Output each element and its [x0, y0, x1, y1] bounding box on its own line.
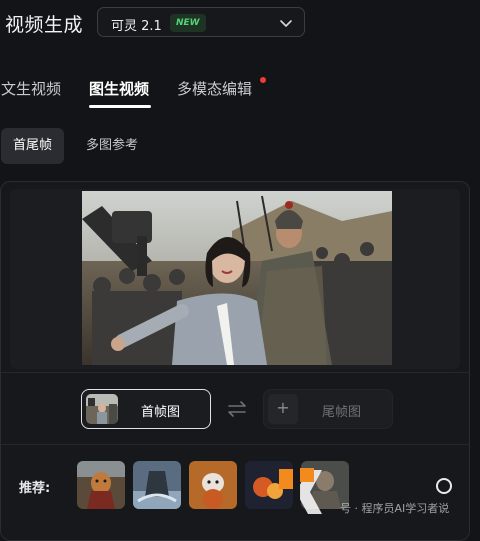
start-frame-upload[interactable]: 首帧图	[81, 389, 211, 429]
divider	[1, 372, 469, 373]
chevron-down-icon	[280, 20, 292, 27]
mode-tabs: 文生视频 图生视频 多模态编辑	[0, 70, 480, 110]
new-badge: NEW	[170, 14, 206, 32]
recommend-label: 推荐:	[19, 481, 51, 496]
recommend-thumbnail-fire-scene[interactable]	[245, 461, 293, 509]
subtab-multi-image-reference[interactable]: 多图参考	[74, 128, 150, 164]
end-frame-label: 尾帧图	[322, 405, 362, 420]
tab-text-to-video[interactable]: 文生视频	[1, 78, 61, 99]
plus-icon: +	[268, 394, 298, 424]
top-bar: 视频生成 可灵 2.1 NEW	[0, 0, 480, 50]
page-title: 视频生成	[5, 14, 84, 36]
recommend-thumbnail-water-mecha[interactable]	[133, 461, 181, 509]
recommend-thumbnail-armored-dog[interactable]	[77, 461, 125, 509]
image-preview	[10, 189, 460, 369]
tab-multimodal-edit[interactable]: 多模态编辑	[177, 78, 252, 99]
watermark-text: 号 · 程序员AI学习者说	[340, 502, 450, 515]
subtab-start-end-frame[interactable]: 首尾帧	[1, 128, 65, 164]
tab-image-to-video[interactable]: 图生视频	[89, 78, 149, 99]
start-frame-thumbnail	[86, 394, 118, 424]
active-tab-underline	[89, 105, 151, 108]
recommend-thumbnail-red-panda[interactable]	[189, 461, 237, 509]
model-select[interactable]: 可灵 2.1 NEW	[97, 7, 305, 37]
swap-icon[interactable]	[227, 400, 247, 418]
preview-image	[82, 191, 392, 365]
model-select-value: 可灵 2.1	[111, 19, 162, 34]
divider	[1, 444, 469, 445]
upload-panel: 首帧图 + 尾帧图 推荐:	[0, 181, 470, 541]
frame-mode-tabs: 首尾帧 多图参考	[0, 128, 480, 166]
start-frame-label: 首帧图	[141, 405, 181, 420]
notification-dot	[260, 77, 266, 83]
end-frame-upload[interactable]: + 尾帧图	[263, 389, 393, 429]
